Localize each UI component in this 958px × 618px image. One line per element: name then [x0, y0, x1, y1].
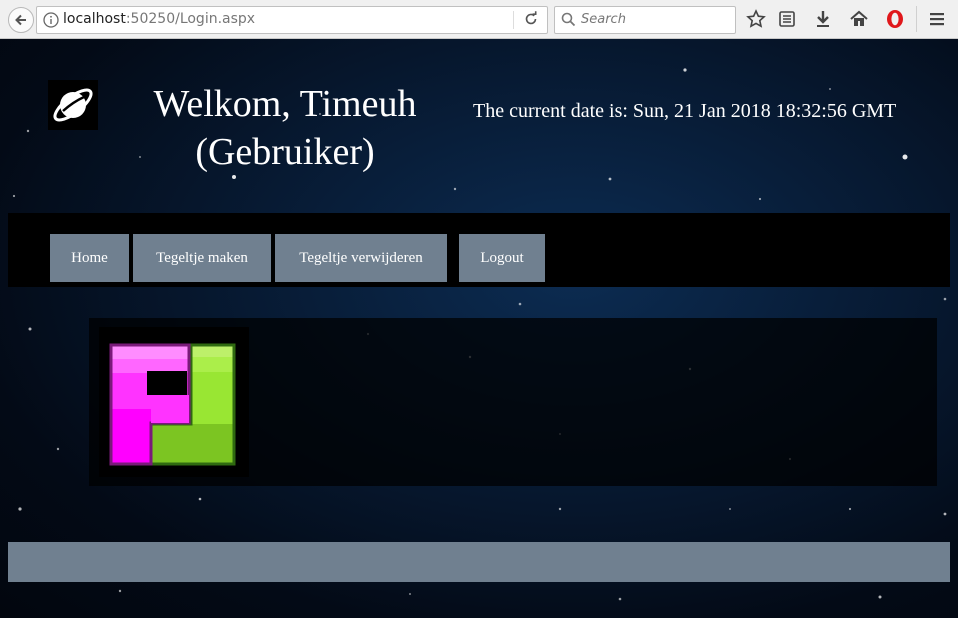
- back-button[interactable]: [8, 7, 34, 33]
- search-icon: [561, 12, 576, 27]
- menu-icon[interactable]: [927, 9, 947, 29]
- nav-tegeltje-verwijderen-button[interactable]: Tegeltje verwijderen: [275, 234, 447, 282]
- site-logo: [48, 80, 98, 130]
- url-bar[interactable]: localhost:50250/Login.aspx: [36, 6, 548, 34]
- main-nav: Home Tegeltje maken Tegeltje verwijderen…: [8, 213, 950, 287]
- current-date-text: The current date is: Sun, 21 Jan 2018 18…: [473, 100, 897, 122]
- toolbar-divider: [916, 6, 917, 32]
- tile-item[interactable]: [99, 327, 249, 477]
- url-divider: [513, 11, 514, 29]
- star-icon[interactable]: [746, 9, 766, 29]
- home-icon[interactable]: [849, 9, 869, 29]
- planet-logo-icon: [53, 88, 93, 122]
- footer-bar: [8, 542, 950, 582]
- search-input[interactable]: Search: [554, 6, 736, 34]
- opera-icon[interactable]: [885, 9, 905, 29]
- page-content: Welkom, Timeuh (Gebruiker) The current d…: [0, 39, 958, 618]
- welcome-heading: Welkom, Timeuh (Gebruiker): [120, 80, 450, 176]
- welcome-name: Welkom, Timeuh: [153, 83, 417, 125]
- url-path: :50250/Login.aspx: [125, 11, 256, 27]
- url-text[interactable]: localhost:50250/Login.aspx: [63, 11, 255, 27]
- browser-toolbar: localhost:50250/Login.aspx Search: [0, 0, 958, 39]
- reload-icon[interactable]: [523, 11, 539, 27]
- search-placeholder: Search: [581, 12, 626, 27]
- tile-image: [109, 343, 236, 466]
- nav-home-button[interactable]: Home: [50, 234, 129, 282]
- welcome-role: (Gebruiker): [195, 131, 375, 173]
- info-icon[interactable]: [43, 12, 59, 28]
- back-arrow-icon: [15, 14, 26, 26]
- url-host: localhost: [63, 11, 126, 27]
- download-icon[interactable]: [813, 9, 833, 29]
- nav-logout-button[interactable]: Logout: [459, 234, 545, 282]
- tile-panel: [89, 318, 937, 486]
- nav-tegeltje-maken-button[interactable]: Tegeltje maken: [133, 234, 271, 282]
- reading-list-icon[interactable]: [777, 9, 797, 29]
